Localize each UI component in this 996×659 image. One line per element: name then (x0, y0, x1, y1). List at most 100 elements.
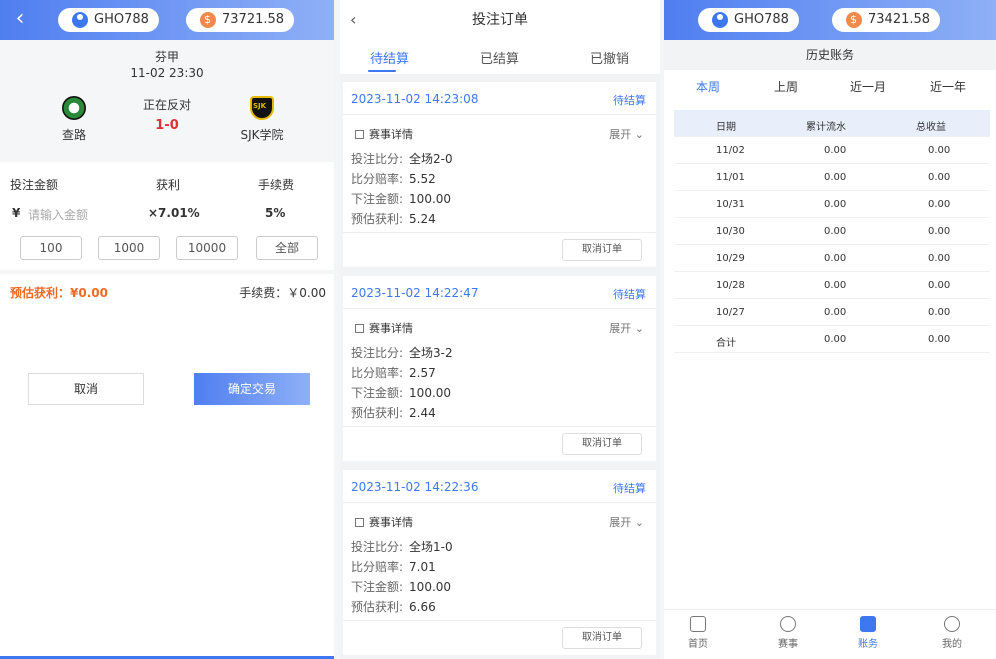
expand-label: 展开 (609, 516, 632, 529)
home-icon (690, 616, 706, 632)
quick-amount-100[interactable]: 100 (20, 236, 82, 260)
estimated-profit: 预估获利：¥0.00 (10, 286, 108, 300)
amount-label: 下注金额: (351, 386, 404, 400)
bet-score-value: 全场1-0 (409, 540, 453, 554)
money-bag-icon (846, 8, 862, 32)
money-bag-icon (200, 8, 216, 32)
quick-amount-1000[interactable]: 1000 (98, 236, 160, 260)
back-icon[interactable]: ‹ (350, 0, 356, 40)
quick-amount-all[interactable]: 全部 (256, 236, 318, 260)
odds-value: 7.01 (409, 560, 436, 574)
balance: 73421.58 (868, 12, 931, 27)
confirm-trade-button[interactable]: 确定交易 (194, 373, 310, 405)
cancel-button[interactable]: 取消 (28, 373, 144, 405)
user-pill[interactable]: GHO788 (58, 8, 159, 32)
odds-row: 比分赔率: 5.52 (351, 170, 436, 187)
nav-account[interactable]: 账务 (848, 614, 888, 650)
order-status: 待结算 (613, 288, 646, 301)
bet-score-row: 投注比分: 全场3-2 (351, 344, 453, 361)
divider (343, 114, 656, 115)
amount-row: 下注金额: 100.00 (351, 190, 451, 207)
user-icon (72, 12, 88, 28)
cell-turnover: 0.00 (824, 253, 847, 264)
tab-last-year[interactable]: 近一年 (930, 78, 966, 95)
bet-score-value: 全场3-2 (409, 346, 453, 360)
expand-toggle[interactable]: 展开 ⌄ (609, 320, 644, 336)
odds-label: 比分赔率: (351, 172, 404, 186)
cell-date: 11/01 (716, 172, 745, 183)
cancel-order-button[interactable]: 取消订单 (562, 627, 642, 649)
profit-value: 5.24 (409, 212, 436, 226)
user-icon (712, 12, 728, 28)
top-bar: GHO788 73421.58 (664, 0, 996, 40)
table-row: 11/02 0.00 0.00 (674, 137, 990, 164)
expand-toggle[interactable]: 展开 ⌄ (609, 126, 644, 142)
nav-home[interactable]: 首页 (678, 614, 718, 650)
cell-total-profit: 0.00 (928, 307, 951, 318)
cancel-order-button[interactable]: 取消订单 (562, 433, 642, 455)
expand-label: 展开 (609, 128, 632, 141)
history-panel: GHO788 73421.58 历史账务 本周 上周 近一月 近一年 日期 累计… (664, 0, 996, 659)
cell-total-profit: 0.00 (928, 334, 951, 345)
bet-score-row: 投注比分: 全场2-0 (351, 150, 453, 167)
divider (343, 620, 656, 621)
divider (343, 426, 656, 427)
detail-label: 赛事详情 (369, 128, 413, 141)
amount-header: 投注金额 (10, 178, 59, 192)
profit-header: 获利 (156, 178, 181, 192)
cell-total-profit: 0.00 (928, 280, 951, 291)
tab-pending[interactable]: 待结算 (370, 48, 409, 67)
divider (343, 308, 656, 309)
expand-toggle[interactable]: 展开 ⌄ (609, 514, 644, 530)
cancel-order-button[interactable]: 取消订单 (562, 239, 642, 261)
cell-date: 10/29 (716, 253, 745, 264)
fee-amount: 手续费：￥0.00 (239, 286, 326, 300)
table-body: 11/02 0.00 0.00 11/01 0.00 0.00 10/31 0.00 0.00 1… (674, 137, 990, 353)
user-pill[interactable]: GHO788 (698, 8, 799, 32)
back-icon[interactable]: ‹ (0, 0, 40, 40)
amount-input[interactable]: 请输入金额 (28, 206, 88, 223)
profit-rate: ×7.01% (148, 206, 200, 220)
amount-label: 下注金额: (351, 580, 404, 594)
table-row: 10/31 0.00 0.00 (674, 191, 990, 218)
tab-cancelled[interactable]: 已撤销 (590, 48, 629, 67)
balance-pill[interactable]: 73421.58 (832, 8, 941, 32)
nav-account-label: 账务 (858, 639, 878, 650)
document-icon (355, 324, 364, 333)
quick-amount-10000[interactable]: 10000 (176, 236, 238, 260)
period-tabs: 本周 上周 近一月 近一年 (664, 70, 996, 100)
tab-last-week[interactable]: 上周 (774, 78, 798, 95)
nav-matches-label: 赛事 (778, 639, 798, 650)
fee-rate: 5% (265, 206, 286, 220)
order-status: 待结算 (613, 94, 646, 107)
balance-pill[interactable]: 73721.58 (186, 8, 295, 32)
nav-profile[interactable]: 我的 (932, 614, 972, 650)
odds-label: 比分赔率: (351, 366, 404, 380)
tab-this-week[interactable]: 本周 (696, 78, 720, 95)
username: GHO788 (734, 12, 789, 27)
cell-total-profit: 0.00 (928, 145, 951, 156)
tab-settled[interactable]: 已结算 (480, 48, 519, 67)
profit-row: 预估获利: 5.24 (351, 210, 436, 227)
cell-turnover: 0.00 (824, 226, 847, 237)
nav-profile-label: 我的 (942, 639, 962, 650)
expand-label: 展开 (609, 322, 632, 335)
table-row: 11/01 0.00 0.00 (674, 164, 990, 191)
table-header: 日期 累计流水 总收益 (674, 110, 990, 137)
page-title: 投注订单 (472, 12, 528, 28)
tab-last-month[interactable]: 近一月 (850, 78, 886, 95)
amount-row: 下注金额: 100.00 (351, 578, 451, 595)
match-detail: 赛事详情 (355, 320, 413, 336)
amount-value: 100.00 (409, 386, 452, 400)
bet-score-label: 投注比分: (351, 540, 404, 554)
cell-date: 10/28 (716, 280, 745, 291)
divider (343, 232, 656, 233)
cell-turnover: 0.00 (824, 172, 847, 183)
order-status: 待结算 (613, 482, 646, 495)
orders-tabs: 待结算 已结算 已撤销 (340, 40, 660, 74)
nav-matches[interactable]: 赛事 (768, 614, 808, 650)
cell-turnover: 0.00 (824, 145, 847, 156)
amount-value: 100.00 (409, 192, 452, 206)
cell-total-profit: 0.00 (928, 199, 951, 210)
profit-row: 预估获利: 2.44 (351, 404, 436, 421)
